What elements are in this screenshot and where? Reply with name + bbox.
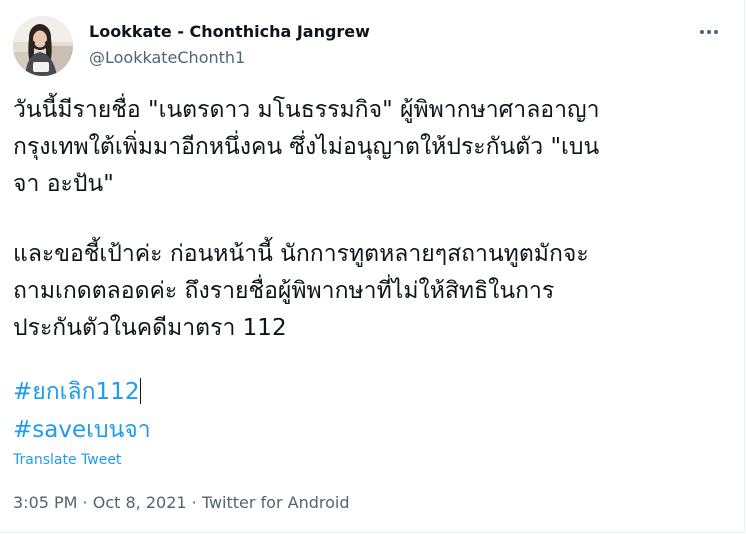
more-horizontal-icon xyxy=(700,30,718,34)
more-options-button[interactable] xyxy=(692,20,726,44)
hashtag-link[interactable]: #ยกเลิก112 xyxy=(13,373,733,411)
author-handle[interactable]: @LookkateChonth1 xyxy=(89,48,370,68)
hashtag-text: #ยกเลิก112 xyxy=(13,379,140,405)
tweet-card: Lookkate - Chonthicha Jangrew @LookkateC… xyxy=(0,0,745,533)
hashtag-link[interactable]: #saveเบนจา xyxy=(13,411,733,449)
tweet-text-line: ประกันตัวในคดีมาตรา 112 xyxy=(13,315,287,341)
tweet-text-line: วันนี้มีรายชื่อ "เนตรดาว มโนธรรมกิจ" ผู้… xyxy=(13,97,600,123)
tweet-text-line: และขอชี้เป้าค่ะ ก่อนหน้านี้ นักการทูตหลา… xyxy=(13,241,589,267)
tweet-source[interactable]: Twitter for Android xyxy=(202,493,350,512)
tweet-metadata: 3:05 PM · Oct 8, 2021 · Twitter for Andr… xyxy=(13,492,349,514)
tweet-text-line: จา อะปัน" xyxy=(13,171,114,197)
meta-separator: · xyxy=(186,493,202,512)
author-display-name[interactable]: Lookkate - Chonthicha Jangrew xyxy=(89,22,370,42)
tweet-text-line: ถามเกดตลอดค่ะ ถึงรายชื่อผู้พิพากษาที่ไม่… xyxy=(13,278,555,304)
meta-separator: · xyxy=(77,493,93,512)
avatar[interactable] xyxy=(13,16,73,76)
translate-tweet-link[interactable]: Translate Tweet xyxy=(13,451,121,469)
profile-photo xyxy=(13,16,73,76)
author-block: Lookkate - Chonthicha Jangrew @LookkateC… xyxy=(89,22,370,68)
tweet-time[interactable]: 3:05 PM xyxy=(13,493,77,512)
text-cursor xyxy=(140,378,142,404)
tweet-date[interactable]: Oct 8, 2021 xyxy=(93,493,187,512)
tweet-text-line: กรุงเทพใต้เพิ่มมาอีกหนึ่งคน ซึ่งไม่อนุญา… xyxy=(13,134,600,160)
tweet-text: วันนี้มีรายชื่อ "เนตรดาว มโนธรรมกิจ" ผู้… xyxy=(13,92,733,449)
